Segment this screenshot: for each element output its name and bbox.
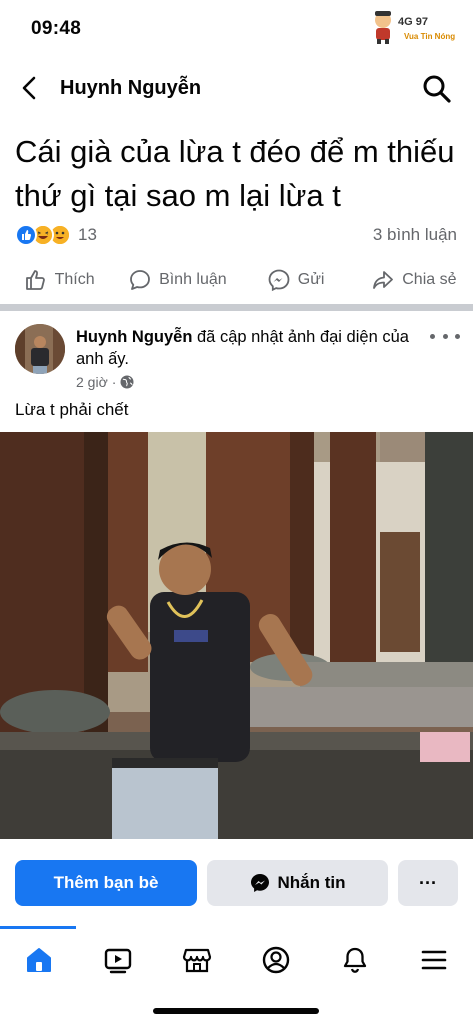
tab-marketplace[interactable] [175, 940, 219, 980]
post-time[interactable]: 2 giờ [76, 374, 108, 390]
status-bar: 09:48 4G 97 Vua Tin Nóng [0, 0, 473, 56]
message-button[interactable]: Nhắn tin [207, 860, 388, 906]
like-reaction-icon [15, 224, 37, 246]
tab-profile[interactable] [254, 940, 298, 980]
mascot-icon [375, 11, 391, 44]
menu-icon [421, 950, 447, 970]
tab-notifications[interactable] [333, 940, 377, 980]
share-label: Chia sẻ [402, 271, 457, 288]
like-button[interactable]: Thích [0, 258, 118, 302]
dot-icon [442, 333, 448, 339]
home-icon [27, 948, 51, 972]
tab-menu[interactable] [412, 940, 456, 980]
comment-count[interactable]: 3 bình luận [373, 225, 457, 245]
search-button[interactable] [420, 72, 454, 106]
back-button[interactable] [14, 72, 46, 104]
page-title: Huynh Nguyễn [60, 77, 202, 99]
share-button[interactable]: Chia sẻ [355, 258, 473, 302]
chevron-left-icon [22, 76, 36, 100]
watermark-logo: 4G 97 Vua Tin Nóng [368, 10, 464, 46]
watermark-text: 4G 97 [398, 16, 428, 28]
home-indicator[interactable] [153, 1008, 319, 1014]
reaction-summary[interactable]: 13 [15, 222, 97, 248]
video-icon [104, 948, 132, 974]
active-tab-indicator [0, 926, 76, 929]
messenger-icon [268, 269, 290, 292]
watermark-subtext: Vua Tin Nóng [404, 32, 456, 41]
comment-button[interactable]: Bình luận [118, 258, 236, 302]
message-label: Nhắn tin [277, 873, 346, 892]
messenger-icon [250, 874, 269, 892]
comment-label: Bình luận [159, 271, 227, 288]
tab-home[interactable] [17, 940, 61, 980]
post-meta: 2 giờ · [76, 374, 134, 390]
post-caption: Lừa t phải chết [15, 400, 129, 419]
post-author-line: Huynh Nguyễn đã cập nhật ảnh đại diện củ… [76, 326, 416, 370]
comment-icon [130, 270, 150, 290]
profile-post-header: Huynh Nguyễn đã cập nhật ảnh đại diện củ… [0, 318, 473, 398]
section-divider [0, 304, 473, 311]
bottom-tab-bar [0, 926, 473, 1024]
post-text: Cái già của lừa t đéo để m thiếu thứ gì … [15, 134, 455, 213]
status-time: 09:48 [31, 18, 82, 39]
avatar[interactable] [15, 324, 65, 374]
profile-photo[interactable] [0, 432, 473, 839]
post-action-bar: Thích Bình luận Gửi Chia sẻ [0, 258, 473, 302]
send-button[interactable]: Gửi [237, 258, 355, 302]
post-author-name[interactable]: Huynh Nguyễn [76, 328, 192, 346]
post-options-button[interactable] [430, 326, 460, 346]
add-friend-button[interactable]: Thêm bạn bè [15, 860, 197, 906]
bell-icon [343, 947, 367, 973]
marketplace-icon [182, 948, 212, 973]
globe-icon [120, 375, 134, 389]
more-options-button[interactable]: ··· [398, 860, 458, 906]
dot-icon [455, 333, 460, 339]
reaction-count: 13 [78, 225, 97, 244]
send-label: Gửi [297, 271, 325, 288]
dot-icon [430, 333, 435, 339]
profile-icon [262, 946, 290, 974]
meta-separator: · [111, 374, 117, 390]
tab-video[interactable] [96, 940, 140, 980]
top-nav: Huynh Nguyễn [0, 60, 473, 116]
profile-actions: Thêm bạn bè Nhắn tin ··· [0, 860, 473, 906]
thumbs-up-icon [25, 270, 45, 290]
share-icon [373, 271, 394, 289]
search-icon [423, 75, 451, 103]
like-label: Thích [54, 271, 95, 288]
more-label: ··· [419, 872, 437, 893]
